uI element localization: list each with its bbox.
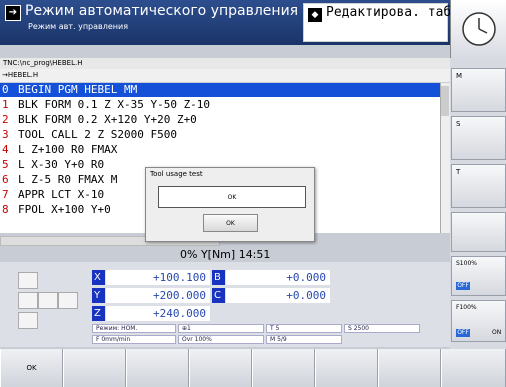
axis-z-value: +240.000: [106, 306, 210, 321]
status-button-3[interactable]: [58, 292, 78, 309]
softkey-5[interactable]: [252, 349, 315, 387]
softkey-6[interactable]: [315, 349, 378, 387]
program-line[interactable]: 1 BLK FORM 0.1 Z X-35 Y-50 Z-10: [0, 98, 440, 112]
axis-z-label: Z: [92, 306, 105, 321]
axis-c-value: +0.000: [226, 288, 330, 303]
position-display: X +100.100 B +0.000 Y +200.000 C +0.000 …: [0, 262, 450, 347]
feed-override-button[interactable]: F100% OFF ON: [451, 300, 506, 342]
tool-info: T 5: [266, 324, 342, 333]
tool-usage-dialog: Tool usage test OK OK: [145, 167, 315, 242]
mode-subtitle: Режим авт. управления: [28, 22, 129, 31]
feed-info: F 0mm/min: [92, 335, 176, 344]
program-path: TNC:\nc_prog\HEBEL.H: [0, 58, 450, 69]
program-line[interactable]: 0 BEGIN PGM HEBEL MM: [0, 83, 440, 97]
program-line[interactable]: 2 BLK FORM 0.2 X+120 Y+20 Z+0: [0, 113, 440, 127]
softkey-2[interactable]: [63, 349, 126, 387]
mode-info: Режим: HOM.: [92, 324, 176, 333]
feed-off-indicator: OFF: [456, 329, 470, 337]
program-line[interactable]: 4L Z+100 R0 FMAX: [0, 143, 440, 157]
right-panel: M S T S100% OFF F100% OFF ON: [450, 58, 506, 349]
softkey-bar: OK: [0, 349, 506, 387]
axis-c-label: C: [212, 288, 225, 303]
right-blank-button[interactable]: [451, 212, 506, 252]
softkey-7[interactable]: [378, 349, 441, 387]
edit-mode-icon: ◆: [308, 8, 322, 22]
spindle-indicator: ⊕1: [178, 324, 264, 333]
axis-x-label: X: [92, 270, 105, 285]
file-tab[interactable]: →HEBEL.H: [0, 69, 440, 82]
s-function-button[interactable]: S: [451, 116, 506, 160]
clock-icon: [462, 12, 496, 46]
axis-b-value: +0.000: [226, 270, 330, 285]
status-button-4[interactable]: [18, 312, 38, 329]
spindle-speed: S 2500: [344, 324, 420, 333]
header-bar: ➔ Режим автоматического управления Режим…: [0, 0, 459, 45]
refresh-icon[interactable]: [18, 272, 38, 289]
auto-mode-icon: ➔: [5, 5, 21, 21]
program-line[interactable]: 3 TOOL CALL 2 Z S2000 F500: [0, 128, 440, 142]
softkey-8[interactable]: [441, 349, 506, 387]
mode-title: Режим автоматического управления: [25, 3, 299, 19]
mcode-info: M 5/9: [266, 335, 342, 344]
axis-b-label: B: [212, 270, 225, 285]
spindle-override-button[interactable]: S100% OFF: [451, 256, 506, 296]
dialog-title: Tool usage test: [150, 170, 203, 178]
edit-mode-title: Редактирова. таб…: [326, 5, 460, 20]
softkey-3[interactable]: [126, 349, 189, 387]
override-info: Ovr 100%: [178, 335, 264, 344]
softkey-4[interactable]: [189, 349, 252, 387]
override-status: 0% Y[Nm] 14:51: [180, 248, 271, 261]
status-button-1[interactable]: [18, 292, 38, 309]
axis-y-label: Y: [92, 288, 105, 303]
edit-icon[interactable]: [38, 292, 58, 309]
scroll-up-area[interactable]: [440, 69, 450, 82]
clock-button[interactable]: [450, 0, 506, 58]
edit-mode-panel[interactable]: ◆ Редактирова. таб…: [303, 3, 459, 42]
m-function-button[interactable]: M: [451, 68, 506, 112]
dialog-ok-button[interactable]: OK: [203, 214, 258, 232]
axis-y-value: +200.000: [106, 288, 210, 303]
dialog-message: OK: [158, 186, 306, 208]
softkey-ok[interactable]: OK: [0, 349, 63, 387]
spindle-off-indicator: OFF: [456, 282, 470, 290]
t-function-button[interactable]: T: [451, 164, 506, 208]
scrollbar-thumb[interactable]: [441, 86, 449, 116]
axis-x-value: +100.100: [106, 270, 210, 285]
